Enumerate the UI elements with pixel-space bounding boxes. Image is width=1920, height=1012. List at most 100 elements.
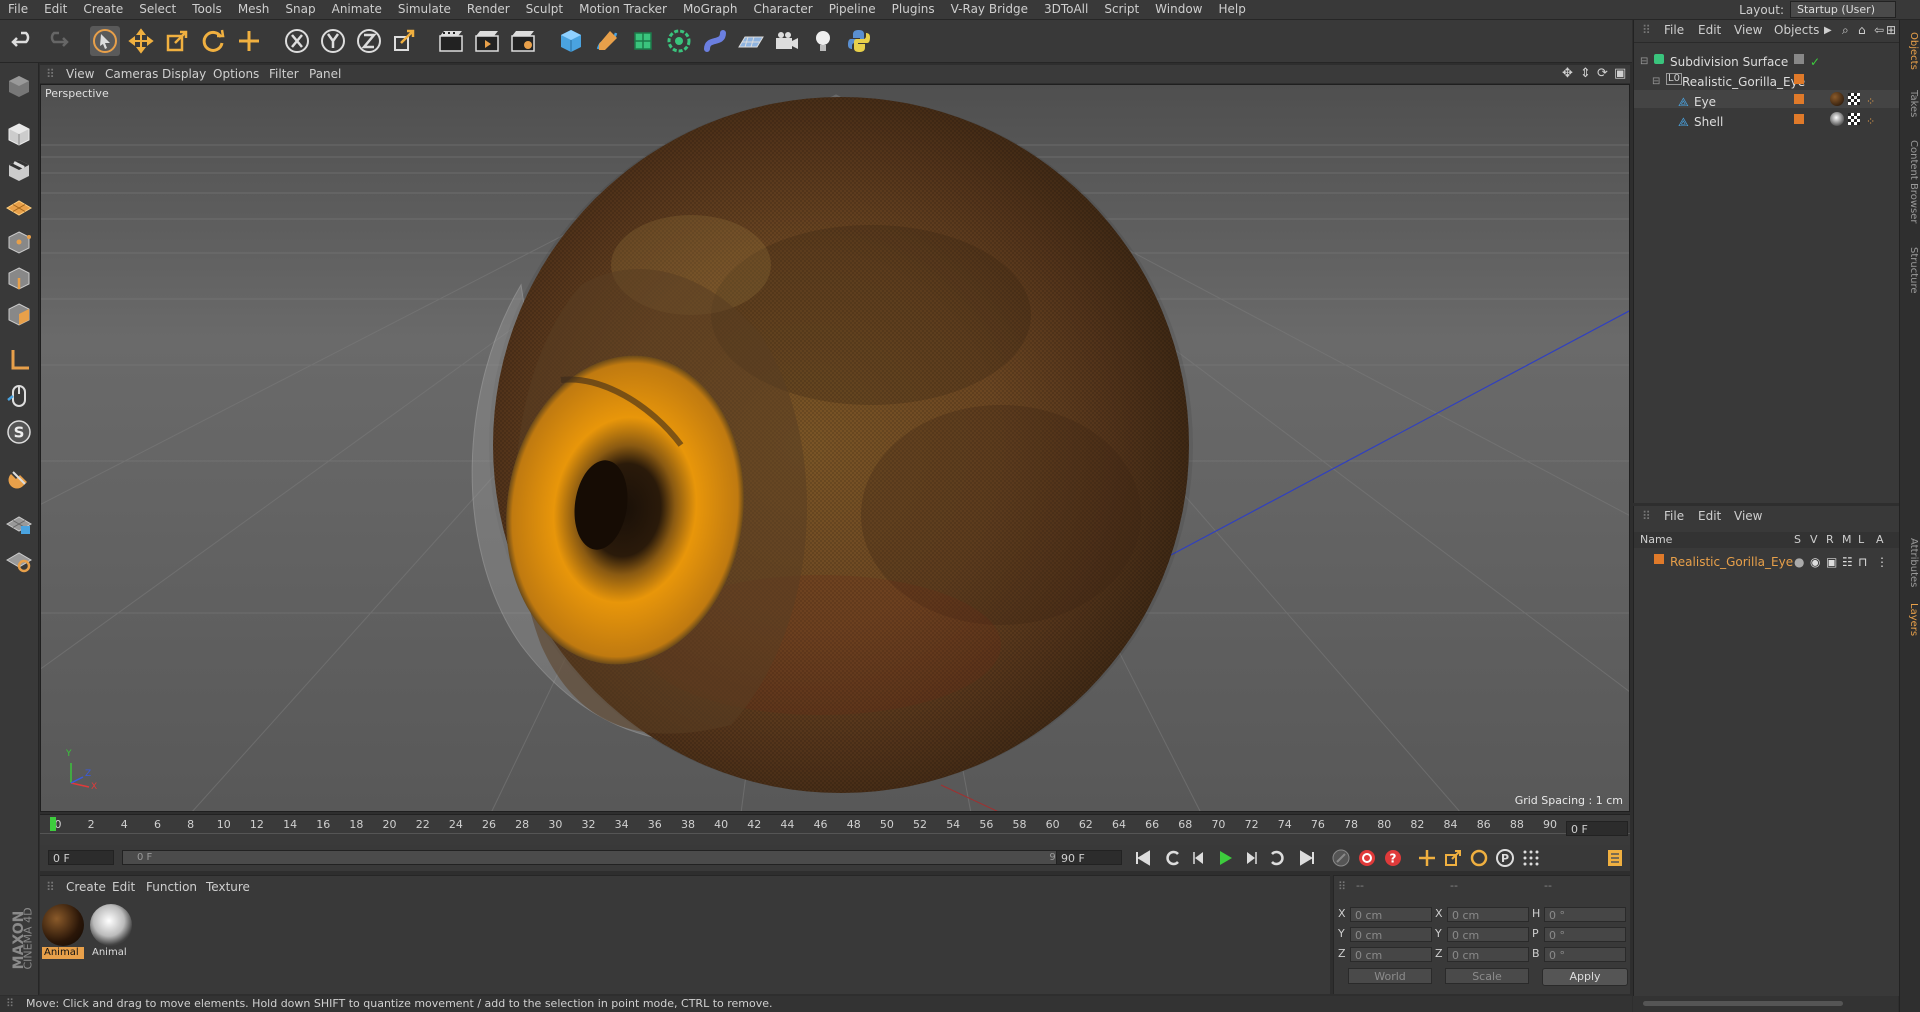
material-menu-texture[interactable]: Texture [206, 880, 250, 894]
magnet-icon[interactable] [4, 463, 34, 493]
rot-p-field[interactable]: 0 ° [1544, 927, 1626, 942]
viewport-menu-view[interactable]: View [66, 65, 94, 83]
material-menu-function[interactable]: Function [146, 880, 197, 894]
go-to-end-icon[interactable] [1296, 847, 1318, 869]
menu-sculpt[interactable]: Sculpt [518, 0, 571, 19]
3d-viewport[interactable]: Perspective Grid Spacing : 1 cm Y X Z [40, 84, 1630, 812]
size-y-field[interactable]: 0 cm [1447, 927, 1529, 942]
viewport-menu-panel[interactable]: Panel [309, 65, 341, 83]
objects-search-icon[interactable]: ⌕ [1842, 23, 1849, 38]
cube-primitive-icon[interactable] [556, 26, 586, 56]
menu-plugins[interactable]: Plugins [884, 0, 943, 19]
size-z-field[interactable]: 0 cm [1447, 947, 1529, 962]
play-icon[interactable] [1214, 847, 1236, 869]
material-swatch[interactable]: Animal [90, 904, 132, 960]
y-axis-lock-icon[interactable] [318, 26, 348, 56]
layer-manager-icon[interactable]: ☷ [1842, 553, 1853, 571]
redo-icon[interactable] [42, 26, 72, 56]
scale-tool-icon[interactable] [162, 26, 192, 56]
locked-workplane-icon[interactable] [4, 545, 34, 575]
coordinate-space-dropdown[interactable]: World [1348, 968, 1432, 984]
menu-select[interactable]: Select [131, 0, 184, 19]
menu-pipeline[interactable]: Pipeline [821, 0, 884, 19]
current-frame-field[interactable]: 0 F [1566, 821, 1628, 836]
objects-menu-edit[interactable]: Edit [1698, 23, 1721, 37]
object-row-subdivision-surface[interactable]: ⊟ Subdivision Surface ✓ [1634, 50, 1899, 71]
side-tab-structure[interactable]: Structure [1902, 240, 1919, 300]
object-row-eye[interactable]: ⟁ Eye ⁘ [1634, 90, 1899, 111]
menu-edit[interactable]: Edit [36, 0, 75, 19]
viewport-move-icon[interactable]: ✥ [1562, 65, 1573, 83]
pos-y-field[interactable]: 0 cm [1350, 927, 1432, 942]
cloner-icon[interactable] [664, 26, 694, 56]
rot-b-field[interactable]: 0 ° [1544, 947, 1626, 962]
pen-spline-icon[interactable] [592, 26, 622, 56]
menu-help[interactable]: Help [1210, 0, 1253, 19]
menu-mesh[interactable]: Mesh [230, 0, 278, 19]
axis-mode-icon[interactable] [4, 345, 34, 375]
menu-file[interactable]: File [0, 0, 36, 19]
viewport-menu-cameras[interactable]: Cameras [105, 65, 158, 83]
uvw-tag-icon[interactable] [1848, 113, 1860, 125]
next-frame-icon[interactable] [1240, 847, 1262, 869]
start-frame-field[interactable]: 0 F [48, 850, 114, 865]
menu-render[interactable]: Render [459, 0, 518, 19]
record-keys-icon[interactable] [1330, 847, 1352, 869]
viewport-rotate-icon[interactable]: ⟳ [1597, 65, 1608, 83]
key-parameter-icon[interactable]: P [1494, 847, 1516, 869]
previous-frame-icon[interactable] [1188, 847, 1210, 869]
panel-scrollbar[interactable] [1633, 996, 1898, 1012]
camera-icon[interactable] [772, 26, 802, 56]
phong-tag-icon[interactable]: ⁘ [1866, 93, 1875, 111]
layout-select[interactable]: Startup (User) [1790, 1, 1896, 18]
side-tab-takes[interactable]: Takes [1902, 84, 1919, 124]
object-row-shell[interactable]: ⟁ Shell ⁘ [1634, 110, 1899, 129]
model-mode-icon[interactable] [4, 119, 34, 149]
tree-collapse-icon[interactable]: ⊟ [1652, 73, 1660, 91]
editor-visibility-icon[interactable] [1794, 54, 1804, 64]
menu-motion-tracker[interactable]: Motion Tracker [571, 0, 675, 19]
layer-col-view[interactable]: V [1810, 533, 1818, 546]
select-arrow-icon[interactable] [90, 26, 120, 56]
apply-button[interactable]: Apply [1542, 968, 1628, 986]
render-view-icon[interactable] [436, 26, 466, 56]
objects-back-icon[interactable]: ⇦ [1874, 23, 1884, 37]
enabled-check-icon[interactable]: ✓ [1810, 53, 1820, 71]
x-axis-lock-icon[interactable] [282, 26, 312, 56]
menu-vray-bridge[interactable]: V-Ray Bridge [943, 0, 1036, 19]
menu-script[interactable]: Script [1096, 0, 1147, 19]
render-settings-icon[interactable] [508, 26, 538, 56]
menu-3dtoall[interactable]: 3DToAll [1036, 0, 1096, 19]
objects-menu-view[interactable]: View [1734, 23, 1762, 37]
last-tool-icon[interactable] [234, 26, 264, 56]
autokey-icon[interactable] [1356, 847, 1378, 869]
layer-color-swatch[interactable] [1794, 114, 1804, 124]
menu-animate[interactable]: Animate [324, 0, 390, 19]
objects-home-icon[interactable]: ⌂ [1858, 23, 1866, 37]
key-position-icon[interactable] [1416, 847, 1438, 869]
material-swatch[interactable]: Animal [42, 904, 84, 960]
floor-scene-icon[interactable] [736, 26, 766, 56]
key-scale-icon[interactable] [1442, 847, 1464, 869]
make-editable-icon[interactable] [4, 71, 34, 101]
layer-color-swatch[interactable] [1794, 74, 1804, 84]
layer-render-icon[interactable]: ▣ [1826, 553, 1837, 571]
layer-col-solo[interactable]: S [1794, 533, 1801, 546]
points-mode-icon[interactable] [4, 227, 34, 257]
layer-solo-icon[interactable]: ● [1794, 553, 1804, 571]
snap-icon[interactable]: S [4, 417, 34, 447]
end-frame-field[interactable]: 90 F [1056, 850, 1122, 865]
uvw-tag-icon[interactable] [1848, 93, 1860, 105]
timeline-layout-icon[interactable] [1604, 847, 1626, 869]
pos-x-field[interactable]: 0 cm [1350, 907, 1432, 922]
subdivision-surface-icon[interactable] [628, 26, 658, 56]
polygons-mode-icon[interactable] [4, 299, 34, 329]
menu-window[interactable]: Window [1147, 0, 1210, 19]
material-menu-edit[interactable]: Edit [112, 880, 135, 894]
previous-key-icon[interactable] [1162, 847, 1184, 869]
menu-tools[interactable]: Tools [184, 0, 230, 19]
size-mode-dropdown[interactable]: Scale [1445, 968, 1529, 984]
tweak-mode-icon[interactable] [4, 381, 34, 411]
objects-menu-objects[interactable]: Objects [1774, 23, 1819, 37]
edges-mode-icon[interactable] [4, 263, 34, 293]
